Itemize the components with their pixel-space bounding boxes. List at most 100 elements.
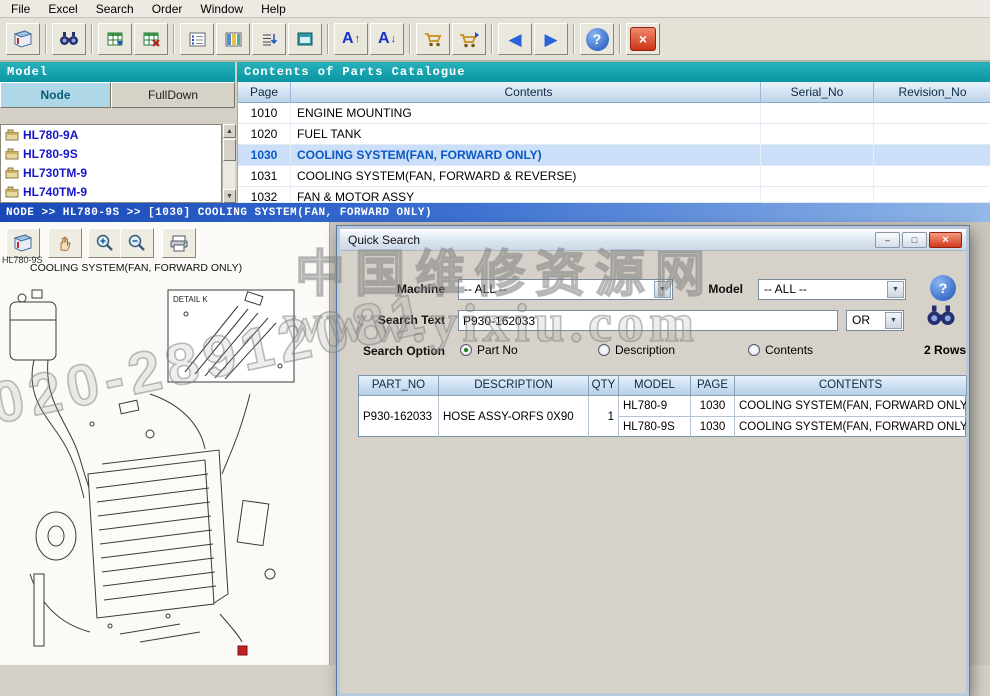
zoom-out-button[interactable] — [120, 228, 154, 258]
minimize-button[interactable]: – — [875, 232, 900, 248]
grid-header-qty[interactable]: QTY — [589, 376, 619, 396]
menu-window[interactable]: Window — [193, 1, 250, 17]
col-header-serial[interactable]: Serial_No — [761, 82, 874, 103]
scroll-up-button[interactable]: ▲ — [223, 124, 236, 138]
tree-item-hl740tm-9[interactable]: HL740TM-9 — [1, 182, 221, 201]
radio-part-no[interactable]: Part No — [460, 343, 518, 357]
col-header-page[interactable]: Page — [238, 82, 291, 103]
machine-label: Machine — [340, 279, 445, 300]
column-layout-button[interactable] — [216, 23, 250, 55]
cell-contents: COOLING SYSTEM(FAN, FORWARD ONLY) — [291, 145, 761, 166]
zoom-in-icon — [95, 233, 115, 253]
report-list-button[interactable] — [180, 23, 214, 55]
col-header-revision[interactable]: Revision_No — [874, 82, 990, 103]
grid-cell-part-no[interactable]: P930-162033 — [359, 396, 439, 438]
model-select[interactable]: -- ALL -- ▼ — [758, 279, 906, 300]
open-catalog-button[interactable] — [6, 23, 40, 55]
grid-cell-page[interactable]: 1030 — [691, 417, 735, 438]
maximize-button[interactable]: □ — [902, 232, 927, 248]
help-button[interactable]: ? — [580, 23, 614, 55]
tree-item-label: HL740TM-9 — [23, 185, 87, 199]
selected-part-marker[interactable] — [238, 646, 247, 655]
table-row-selected[interactable]: 1030 COOLING SYSTEM(FAN, FORWARD ONLY) — [238, 145, 990, 166]
fulldown-tab-button[interactable]: FullDown — [111, 82, 235, 108]
pan-tool-button[interactable] — [48, 228, 82, 258]
scroll-down-button[interactable]: ▼ — [223, 189, 236, 203]
node-tab-label: Node — [41, 88, 71, 102]
zoom-in-button[interactable] — [88, 228, 122, 258]
grid-cell-model[interactable]: HL780-9S — [619, 417, 691, 438]
viewer-open-button[interactable] — [6, 228, 40, 258]
sort-order-button[interactable] — [252, 23, 286, 55]
grid-cell-qty[interactable]: 1 — [589, 396, 619, 438]
window-split-button[interactable] — [288, 23, 322, 55]
cart-order-button[interactable] — [452, 23, 486, 55]
grid-header-contents[interactable]: CONTENTS — [735, 376, 967, 396]
operator-select[interactable]: OR ▼ — [846, 310, 904, 331]
forward-button[interactable]: ▶ — [534, 23, 568, 55]
radio-description-label[interactable]: Description — [615, 343, 675, 357]
font-increase-button[interactable]: A↑ — [334, 23, 368, 55]
search-text-input[interactable] — [458, 310, 838, 331]
grid-cell-description[interactable]: HOSE ASSY-ORFS 0X90 — [439, 396, 589, 438]
detail-k-label: DETAIL K — [173, 295, 208, 304]
minimize-icon: – — [885, 236, 890, 245]
tree-item-hl730tm-9[interactable]: HL730TM-9 — [1, 163, 221, 182]
menu-bar: File Excel Search Order Window Help — [0, 0, 990, 18]
grid-cell-page[interactable]: 1030 — [691, 396, 735, 417]
scrollbar-thumb[interactable] — [223, 139, 236, 161]
cell-contents: ENGINE MOUNTING — [291, 103, 761, 124]
menu-search[interactable]: Search — [89, 1, 141, 17]
radio-icon[interactable] — [748, 344, 760, 356]
cart-icon — [423, 31, 444, 48]
cell-serial — [761, 166, 874, 187]
menu-order[interactable]: Order — [145, 1, 190, 17]
col-header-contents[interactable]: Contents — [291, 82, 761, 103]
radio-part-no-label[interactable]: Part No — [477, 343, 518, 357]
font-decrease-button[interactable]: A↓ — [370, 23, 404, 55]
menu-excel[interactable]: Excel — [41, 1, 84, 17]
print-button[interactable] — [162, 228, 196, 258]
dialog-title-bar[interactable]: Quick Search – □ × — [340, 229, 966, 251]
grid-cell-contents[interactable]: COOLING SYSTEM(FAN, FORWARD ONLY) — [735, 396, 967, 417]
menu-help[interactable]: Help — [254, 1, 293, 17]
table-row[interactable]: 1032 FAN & MOTOR ASSY — [238, 187, 990, 203]
chevron-down-icon[interactable]: ▼ — [885, 312, 902, 329]
node-tab-button[interactable]: Node — [0, 82, 111, 108]
tree-item-hl780-9s[interactable]: HL780-9S — [1, 144, 221, 163]
radio-description[interactable]: Description — [598, 343, 675, 357]
export-excel-all-button[interactable] — [134, 23, 168, 55]
dialog-help-icon[interactable]: ? — [930, 275, 956, 301]
machine-select[interactable]: -- ALL -- ▼ — [458, 279, 673, 300]
excel-export-all-icon — [143, 32, 160, 47]
radio-selected-icon[interactable] — [460, 344, 472, 356]
table-row[interactable]: 1020 FUEL TANK — [238, 124, 990, 145]
menu-file[interactable]: File — [4, 1, 37, 17]
grid-cell-model[interactable]: HL780-9 — [619, 396, 691, 417]
table-row[interactable]: 1031 COOLING SYSTEM(FAN, FORWARD & REVER… — [238, 166, 990, 187]
machine-icon — [5, 167, 19, 179]
model-panel-header: Model — [0, 62, 235, 82]
grid-cell-contents[interactable]: COOLING SYSTEM(FAN, FORWARD ONLY) — [735, 417, 967, 438]
table-row[interactable]: 1010 ENGINE MOUNTING — [238, 103, 990, 124]
dialog-close-button[interactable]: × — [929, 232, 962, 248]
radio-icon[interactable] — [598, 344, 610, 356]
export-excel-button[interactable] — [98, 23, 132, 55]
cell-contents: FUEL TANK — [291, 124, 761, 145]
search-text-label: Search Text — [340, 310, 445, 331]
search-button[interactable] — [52, 23, 86, 55]
tree-item-hl780-9a[interactable]: HL780-9A — [1, 125, 221, 144]
radio-contents[interactable]: Contents — [748, 343, 813, 357]
grid-header-part-no[interactable]: PART_NO — [359, 376, 439, 396]
back-button[interactable]: ◀ — [498, 23, 532, 55]
grid-header-model[interactable]: MODEL — [619, 376, 691, 396]
cart-button[interactable] — [416, 23, 450, 55]
exit-button[interactable]: × — [626, 23, 660, 55]
parts-diagram[interactable]: DETAIL K — [0, 274, 330, 665]
radio-contents-label[interactable]: Contents — [765, 343, 813, 357]
cell-contents: FAN & MOTOR ASSY — [291, 187, 761, 203]
grid-header-description[interactable]: DESCRIPTION — [439, 376, 589, 396]
chevron-down-icon[interactable]: ▼ — [887, 281, 904, 298]
dialog-search-button[interactable] — [926, 305, 956, 330]
grid-header-page[interactable]: PAGE — [691, 376, 735, 396]
